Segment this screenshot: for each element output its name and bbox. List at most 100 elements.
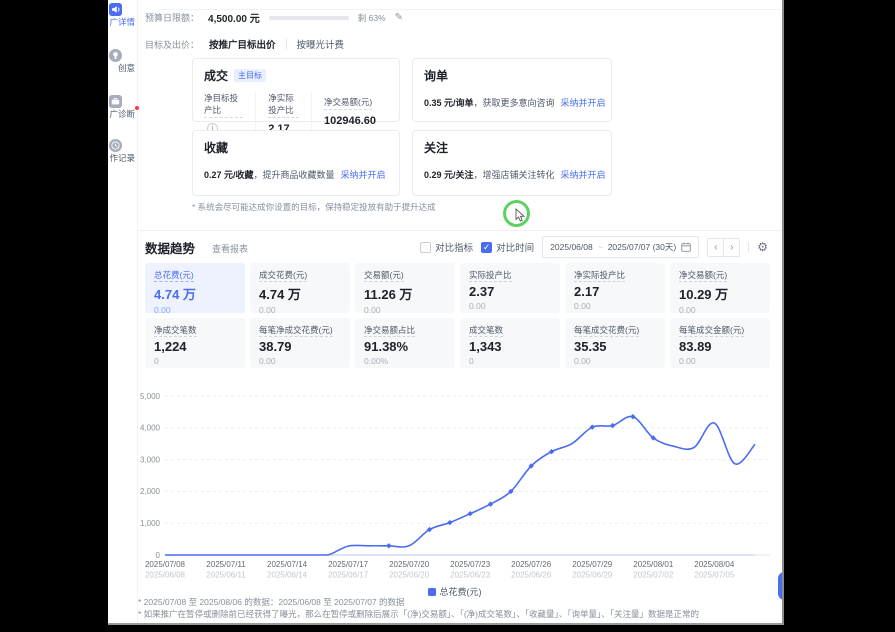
checkbox-checked-icon: ✓ bbox=[481, 242, 492, 253]
tab-bid-by-goal[interactable]: 按推广目标出价 bbox=[209, 37, 276, 51]
favorite-price: 0.27 元/收藏 bbox=[204, 170, 254, 180]
metric-compare-value: 0.00 bbox=[679, 305, 761, 315]
sidebar-item-0[interactable]: 广详情 bbox=[108, 3, 136, 29]
stat-label: 净交易额(元) bbox=[324, 96, 372, 110]
metric-card-11[interactable]: 每笔成交金额(元)83.890.00 bbox=[670, 318, 770, 368]
compare-time-label: 对比时间 bbox=[496, 240, 534, 254]
metric-compare-value: 0.00 bbox=[154, 305, 236, 315]
budget-progress-bar bbox=[269, 16, 349, 20]
svg-text:4,000: 4,000 bbox=[140, 424, 161, 433]
metric-card-9[interactable]: 成交笔数1,3430 bbox=[460, 318, 560, 368]
bidding-row: 目标及出价： 按推广目标出价 按曝光计费 bbox=[145, 37, 344, 51]
svg-text:0: 0 bbox=[156, 551, 161, 560]
metrics-grid: 总花费(元)4.74 万0.00成交花费(元)4.74 万0.00交易额(元)1… bbox=[145, 263, 770, 368]
metric-label: 净交易额(元) bbox=[679, 269, 761, 281]
notification-dot bbox=[135, 106, 139, 110]
metric-card-8[interactable]: 净交易额占比91.38%0.00% bbox=[355, 318, 455, 368]
section-divider bbox=[137, 230, 782, 231]
campaign-icon bbox=[109, 3, 122, 16]
svg-text:2025/07/02: 2025/07/02 bbox=[633, 571, 674, 580]
metric-label: 总花费(元) bbox=[154, 269, 236, 281]
metric-card-6[interactable]: 净成交笔数1,2240 bbox=[145, 318, 245, 368]
legend-label: 总花费(元) bbox=[440, 587, 482, 597]
date-range-picker[interactable]: 2025/06/08 ~ 2025/07/07 (30天) bbox=[542, 236, 699, 258]
date-separator: ~ bbox=[598, 242, 603, 252]
metric-label: 净成交笔数 bbox=[154, 324, 236, 336]
sidebar-item-1[interactable]: 创意 bbox=[108, 49, 136, 75]
follow-desc: 0.29 元/关注，增强店铺关注转化采纳并开启 bbox=[424, 168, 600, 181]
metric-value: 83.89 bbox=[679, 339, 761, 354]
metric-card-3[interactable]: 实际投产比2.370.00 bbox=[460, 263, 560, 313]
inquiry-price: 0.35 元/询单 bbox=[424, 98, 474, 108]
metric-value: 35.35 bbox=[574, 339, 656, 354]
metric-compare-value: 0.00 bbox=[469, 301, 551, 311]
edit-budget-icon[interactable]: ✎ bbox=[395, 12, 403, 23]
metric-compare-value: 0.00 bbox=[574, 301, 656, 311]
metric-compare-value: 0.00 bbox=[259, 305, 341, 315]
goal-card-inquiry[interactable]: 询单 0.35 元/询单，获取更多意向咨询采纳并开启 bbox=[412, 58, 612, 122]
goal-card-deal-title: 成交 主目标 bbox=[204, 67, 388, 84]
screen: 广详情创意广诊断作记录 预算日限额： 4,500.00 元 剩 63% ✎ 目标… bbox=[0, 0, 895, 632]
svg-text:2025/07/26: 2025/07/26 bbox=[511, 560, 552, 569]
svg-text:2025/08/04: 2025/08/04 bbox=[694, 560, 735, 569]
svg-text:2025/07/14: 2025/07/14 bbox=[267, 560, 308, 569]
metric-label: 每笔净成交花费(元) bbox=[259, 324, 341, 336]
tab-divider bbox=[286, 39, 287, 49]
stat-value: 102946.60 bbox=[324, 115, 376, 127]
history-icon bbox=[109, 139, 122, 152]
chart-footnote-2: * 如果推广在暂停或删除前已经获得了曝光，那么在暂停或删除后展示「(净)交易额」… bbox=[138, 608, 699, 620]
metric-compare-value: 0.00 bbox=[364, 305, 446, 315]
bidding-label: 目标及出价： bbox=[145, 38, 199, 51]
svg-text:2025/07/11: 2025/07/11 bbox=[206, 560, 246, 569]
svg-text:1,000: 1,000 bbox=[140, 519, 161, 528]
metric-value: 1,343 bbox=[469, 339, 551, 354]
goal-card-favorite[interactable]: 收藏 0.27 元/收藏，提升商品收藏数量采纳并开启 bbox=[192, 130, 400, 196]
adopt-follow-link[interactable]: 采纳并开启 bbox=[561, 170, 606, 180]
tab-bid-by-exposure[interactable]: 按曝光计费 bbox=[297, 37, 345, 51]
svg-text:2025/08/01: 2025/08/01 bbox=[633, 560, 674, 569]
sidebar-item-label: 创意 bbox=[118, 63, 135, 73]
compare-time-checkbox[interactable]: ✓ 对比时间 bbox=[481, 240, 534, 254]
sidebar-item-label: 作记录 bbox=[109, 153, 135, 163]
trend-chart[interactable]: 01,0002,0003,0004,0005,0002025/07/082025… bbox=[132, 386, 777, 582]
settings-gear-icon[interactable]: ⚙ bbox=[757, 240, 768, 254]
svg-text:2025/07/05: 2025/07/05 bbox=[694, 571, 735, 580]
svg-text:2025/06/14: 2025/06/14 bbox=[267, 571, 308, 580]
view-report-link[interactable]: 查看报表 bbox=[212, 242, 248, 255]
goal-card-deal[interactable]: 成交 主目标 净目标投产比i 2.45 ✎ 净实际投产比 2.17 净交易额(元… bbox=[192, 58, 400, 122]
sidebar-item-2[interactable]: 广诊断 bbox=[108, 95, 136, 121]
trend-chart-svg: 01,0002,0003,0004,0005,0002025/07/082025… bbox=[132, 386, 777, 582]
next-period-button[interactable]: › bbox=[723, 238, 740, 257]
adopt-favorite-link[interactable]: 采纳并开启 bbox=[341, 170, 386, 180]
stat-label: 净实际投产比 bbox=[268, 92, 299, 118]
compare-metric-checkbox[interactable]: 对比指标 bbox=[420, 240, 473, 254]
favorite-desc: 0.27 元/收藏，提升商品收藏数量采纳并开启 bbox=[204, 168, 388, 181]
goal-note: * 系统会尽可能达成你设置的目标，保持稳定投放有助于提升达成 bbox=[192, 201, 436, 213]
metric-card-4[interactable]: 净实际投产比2.170.00 bbox=[565, 263, 665, 313]
metric-card-10[interactable]: 每笔成交花费(元)35.350.00 bbox=[565, 318, 665, 368]
metric-label: 每笔成交花费(元) bbox=[574, 324, 656, 336]
svg-text:2025/06/29: 2025/06/29 bbox=[572, 571, 613, 580]
mouse-cursor-icon bbox=[515, 208, 526, 222]
goal-card-inquiry-title: 询单 bbox=[424, 67, 600, 84]
svg-text:2025/07/20: 2025/07/20 bbox=[389, 560, 430, 569]
prev-period-button[interactable]: ‹ bbox=[707, 238, 724, 257]
svg-text:2025/07/08: 2025/07/08 bbox=[145, 560, 186, 569]
metric-card-2[interactable]: 交易额(元)11.26 万0.00 bbox=[355, 263, 455, 313]
metric-label: 净实际投产比 bbox=[574, 269, 656, 281]
floating-side-button[interactable] bbox=[778, 572, 784, 600]
sidebar-item-3[interactable]: 作记录 bbox=[108, 139, 136, 165]
metric-card-5[interactable]: 净交易额(元)10.29 万0.00 bbox=[670, 263, 770, 313]
metric-compare-value: 0.00 bbox=[259, 356, 341, 366]
controls-divider bbox=[748, 242, 749, 252]
stat-label: 净目标投产比 bbox=[204, 92, 243, 118]
date-pager: ‹ › bbox=[707, 238, 740, 257]
svg-text:2025/06/26: 2025/06/26 bbox=[511, 571, 552, 580]
adopt-inquiry-link[interactable]: 采纳并开启 bbox=[561, 98, 606, 108]
metric-label: 成交笔数 bbox=[469, 324, 551, 336]
metric-card-7[interactable]: 每笔净成交花费(元)38.790.00 bbox=[250, 318, 350, 368]
follow-desc-text: ，增强店铺关注转化 bbox=[474, 170, 555, 180]
goal-card-follow[interactable]: 关注 0.29 元/关注，增强店铺关注转化采纳并开启 bbox=[412, 130, 612, 196]
metric-card-0[interactable]: 总花费(元)4.74 万0.00 bbox=[145, 263, 245, 313]
metric-card-1[interactable]: 成交花费(元)4.74 万0.00 bbox=[250, 263, 350, 313]
